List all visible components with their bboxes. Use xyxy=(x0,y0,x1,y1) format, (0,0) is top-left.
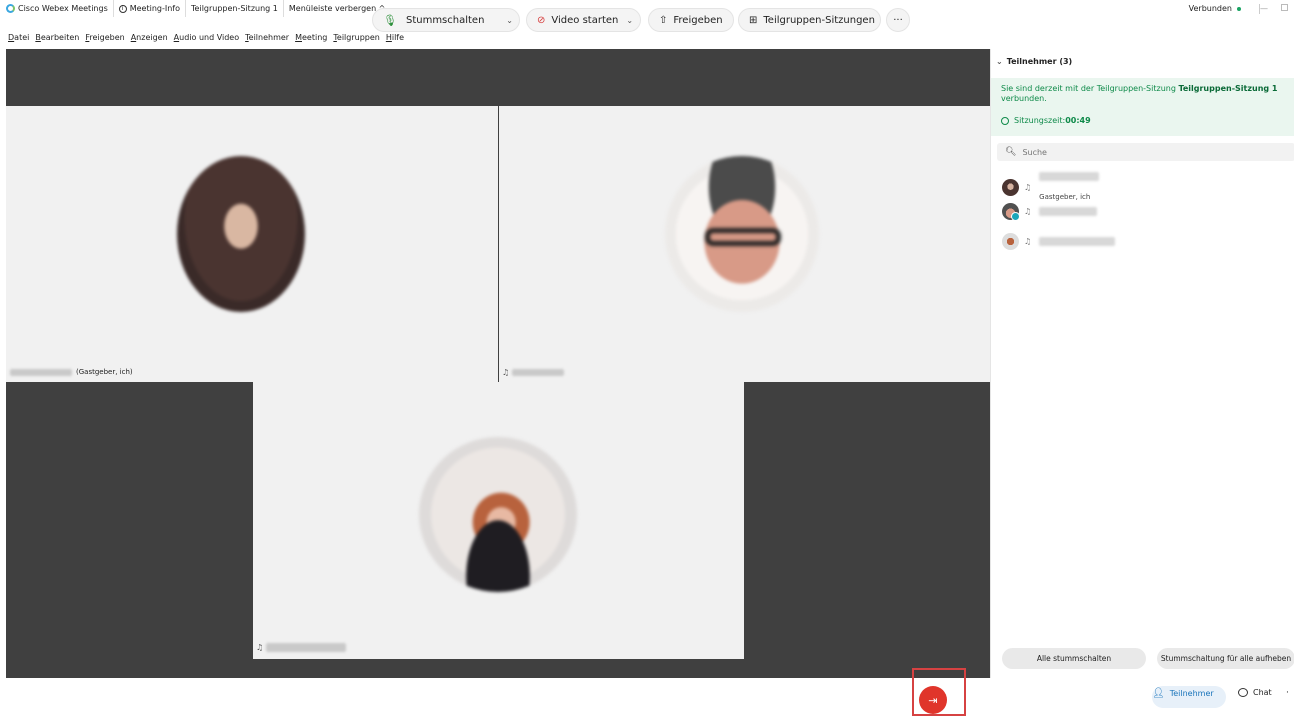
start-video-button[interactable]: ⊘ Video starten ⌄ xyxy=(526,8,641,32)
participant-role: Gastgeber, ich xyxy=(1039,193,1091,201)
participant-row[interactable]: ♫ xyxy=(1002,203,1098,221)
video-tile-host[interactable] xyxy=(6,106,498,382)
avatar xyxy=(419,437,577,592)
video-name-participant-3: ♫ xyxy=(256,643,347,652)
microphone-icon: 🎙︎ xyxy=(383,13,397,27)
chat-label: Chat xyxy=(1253,688,1272,697)
chevron-down-icon: ⌄ xyxy=(996,57,1003,66)
share-button[interactable]: ⇧ Freigeben xyxy=(648,8,734,32)
menu-hilfe[interactable]: Hilfe xyxy=(383,33,407,45)
search-icon: 🔍︎ xyxy=(1005,147,1017,157)
session-time-label: Sitzungszeit: xyxy=(1014,116,1066,125)
overflow-button[interactable]: · xyxy=(1286,688,1289,698)
blurred-name xyxy=(266,643,347,652)
breakout-icon: ⊞ xyxy=(749,14,758,26)
notice-prefix: Sie sind derzeit mit der Teilgruppen-Sit… xyxy=(1001,84,1179,93)
status-dot-icon xyxy=(1237,6,1241,11)
unmute-all-button[interactable]: Stummschaltung für alle aufheben xyxy=(1157,648,1294,669)
chat-icon xyxy=(1238,688,1248,697)
participants-panel: ⌄ Teilnehmer (3) Sie sind derzeit mit de… xyxy=(990,49,1294,678)
menu-datei[interactable]: Datei xyxy=(0,33,32,45)
info-icon: i xyxy=(118,4,127,13)
mic-muted-icon: ♫ xyxy=(502,368,510,377)
avatar xyxy=(665,156,819,312)
video-tile-participant-3[interactable] xyxy=(253,382,744,659)
session-time: Sitzungszeit: 00:49 xyxy=(1001,116,1091,125)
video-off-icon: ⊘ xyxy=(537,14,546,26)
connection-status: Verbunden xyxy=(1189,0,1260,17)
menu-anzeigen[interactable]: Anzeigen xyxy=(128,33,171,45)
notice-session: Teilgruppen-Sitzung 1 xyxy=(1178,84,1278,93)
blurred-name xyxy=(10,368,72,376)
breakout-session-title: Teilgruppen-Sitzung 1 xyxy=(186,0,284,17)
menu-freigeben[interactable]: Freigeben xyxy=(82,33,127,45)
avatar xyxy=(1002,233,1019,250)
blurred-name xyxy=(1039,237,1116,246)
blurred-name xyxy=(1039,172,1100,181)
chevron-down-icon[interactable]: ⌄ xyxy=(626,16,633,25)
session-time-value: 00:49 xyxy=(1065,116,1091,125)
video-label: Video starten xyxy=(551,14,619,26)
chevron-down-icon[interactable]: ⌄ xyxy=(506,16,513,25)
panel-header[interactable]: ⌄ Teilnehmer (3) xyxy=(996,57,1072,66)
participant-row[interactable]: ♫ Gastgeber, ich xyxy=(1002,172,1100,203)
menu-teilnehmer[interactable]: Teilnehmer xyxy=(242,33,292,45)
avatar xyxy=(1002,179,1019,196)
mute-label: Stummschalten xyxy=(405,14,485,26)
participant-row[interactable]: ♫ xyxy=(1002,233,1116,250)
participants-label: Teilnehmer xyxy=(1169,689,1214,698)
blurred-name xyxy=(1039,207,1098,216)
mic-icon: ♫ xyxy=(1024,207,1032,216)
maximize-button[interactable] xyxy=(1281,4,1288,11)
video-name-host: (Gastgeber, ich) xyxy=(10,368,133,376)
participant-search[interactable]: 🔍︎ xyxy=(997,143,1294,161)
video-name-participant-2: ♫ xyxy=(502,368,565,377)
more-options-button[interactable]: ··· xyxy=(886,8,910,32)
mute-all-button[interactable]: Alle stummschalten xyxy=(1002,648,1146,669)
clock-icon xyxy=(1001,116,1009,125)
menu-meeting[interactable]: Meeting xyxy=(292,33,330,45)
leave-meeting-button[interactable]: ⇥ xyxy=(919,686,947,714)
search-input[interactable] xyxy=(1022,147,1273,157)
webex-logo-icon xyxy=(6,4,15,13)
breakout-label: Teilgruppen-Sitzungen xyxy=(763,14,875,26)
blurred-name xyxy=(512,369,565,376)
mic-muted-icon: ♫ xyxy=(256,643,264,652)
title-bar: Cisco Webex Meetings i Meeting-Info Teil… xyxy=(0,0,1294,17)
meeting-toolbar xyxy=(0,678,1294,716)
meeting-info-button[interactable]: i Meeting-Info xyxy=(114,0,187,17)
mute-button[interactable]: 🎙︎ Stummschalten ⌄ xyxy=(372,8,520,32)
avatar xyxy=(177,156,305,312)
breakout-sessions-button[interactable]: ⊞ Teilgruppen-Sitzungen xyxy=(738,8,881,32)
menu-audio-video[interactable]: Audio und Video xyxy=(171,33,242,45)
status-label: Verbunden xyxy=(1188,4,1232,13)
webex-window: Cisco Webex Meetings i Meeting-Info Teil… xyxy=(0,0,1294,716)
share-icon: ⇧ xyxy=(659,14,668,26)
person-icon: 👤︎ xyxy=(1152,688,1165,699)
mic-icon: ♫ xyxy=(1024,183,1032,192)
video-tile-participant-2[interactable] xyxy=(499,106,990,382)
app-title: Cisco Webex Meetings xyxy=(0,0,114,17)
chat-toggle-button[interactable]: Chat xyxy=(1238,688,1272,697)
host-label: (Gastgeber, ich) xyxy=(76,368,133,376)
mic-icon: ♫ xyxy=(1024,237,1032,246)
meeting-info-label: Meeting-Info xyxy=(129,4,181,13)
share-label: Freigeben xyxy=(673,14,723,26)
menu-teilgruppen[interactable]: Teilgruppen xyxy=(330,33,382,45)
panel-title: Teilnehmer (3) xyxy=(1006,57,1073,66)
breakout-notice: Sie sind derzeit mit der Teilgruppen-Sit… xyxy=(991,78,1294,136)
notice-suffix: verbunden. xyxy=(1001,94,1047,103)
menu-bearbeiten[interactable]: Bearbeiten xyxy=(32,33,82,45)
app-name: Cisco Webex Meetings xyxy=(18,4,108,13)
leave-icon: ⇥ xyxy=(928,693,938,707)
avatar xyxy=(1002,203,1020,221)
participants-toggle-button[interactable]: 👤︎ Teilnehmer xyxy=(1152,688,1214,699)
minimize-button[interactable]: — xyxy=(1260,4,1268,13)
menu-bar: Datei Bearbeiten Freigeben Anzeigen Audi… xyxy=(0,33,407,45)
